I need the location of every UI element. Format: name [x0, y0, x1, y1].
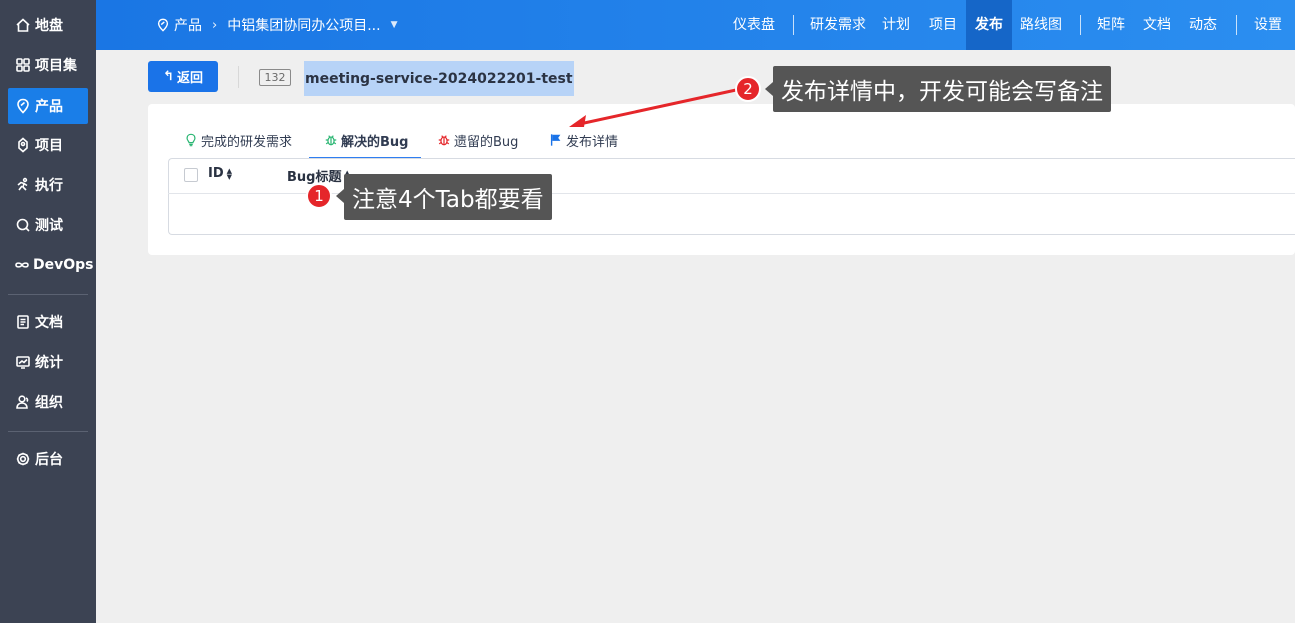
product-selector[interactable]: 中铝集团协同办公项目...	[227, 15, 380, 35]
home-icon	[14, 16, 32, 34]
sidebar-item-doc[interactable]: 文档	[8, 304, 88, 340]
annotation-arrow	[569, 88, 737, 127]
annotation-marker: 2	[735, 76, 761, 102]
people-icon	[14, 393, 32, 411]
caret-down-icon[interactable]: ▼	[391, 20, 398, 30]
release-title: meeting-service-2024022201-test	[304, 61, 574, 96]
nav-activity[interactable]: 动态	[1186, 0, 1220, 50]
breadcrumb-root[interactable]: 产品	[174, 15, 202, 35]
nav-project[interactable]: 项目	[926, 0, 960, 50]
tab-left-bugs[interactable]: 遗留的Bug	[437, 120, 518, 160]
sidebar-item-label: 项目集	[35, 58, 77, 74]
sidebar-item-label: 项目	[35, 138, 63, 154]
sidebar-item-label: 产品	[35, 99, 63, 115]
top-navbar: 产品 › 中铝集团协同办公项目... ▼ 仪表盘 研发需求 计划 项目 发布 路…	[96, 0, 1295, 50]
sidebar-item-devops[interactable]: DevOps	[8, 247, 94, 283]
nav-dashboard[interactable]: 仪表盘	[728, 0, 780, 50]
doc-icon	[14, 313, 32, 331]
sidebar-item-label: DevOps	[33, 257, 94, 273]
chevron-right-icon: ›	[212, 17, 218, 33]
sidebar-divider	[8, 431, 88, 432]
product-icon	[14, 97, 32, 115]
callout-pointer	[765, 82, 773, 96]
nav-divider	[793, 15, 794, 35]
callout-pointer	[336, 189, 344, 203]
tab-label: 解决的Bug	[341, 134, 409, 150]
release-id-badge: 132	[259, 69, 291, 86]
sidebar-item-project[interactable]: 项目	[8, 127, 88, 163]
tab-label: 遗留的Bug	[454, 134, 519, 150]
infinity-icon	[14, 256, 30, 274]
annotation-callout: 发布详情中，开发可能会写备注	[773, 66, 1111, 112]
project-icon	[14, 136, 32, 154]
back-button-label: 返回	[176, 71, 203, 86]
tab-resolved-bugs[interactable]: 解决的Bug	[324, 120, 408, 160]
sidebar-item-label: 测试	[35, 218, 63, 234]
product-icon	[157, 18, 169, 32]
nav-release[interactable]: 发布	[966, 0, 1012, 50]
back-arrow-icon: ↰	[163, 69, 174, 84]
sidebar-item-label: 地盘	[35, 18, 63, 34]
grid-icon	[14, 56, 32, 74]
sort-icon: ▲▼	[226, 166, 233, 181]
sidebar-item-label: 统计	[35, 355, 63, 371]
nav-requirements[interactable]: 研发需求	[808, 0, 868, 50]
nav-settings[interactable]: 设置	[1251, 0, 1285, 50]
sidebar-item-label: 执行	[35, 178, 63, 194]
gear-icon	[14, 450, 32, 468]
column-header-label: ID	[208, 166, 224, 181]
test-icon	[14, 216, 32, 234]
sidebar-item-dashboard[interactable]: 地盘	[8, 7, 88, 43]
bulb-icon	[186, 133, 196, 147]
sidebar-item-label: 后台	[35, 452, 63, 468]
sidebar-item-product[interactable]: 产品	[8, 88, 88, 124]
sidebar-item-label: 组织	[35, 395, 63, 411]
sidebar: 地盘 项目集 产品 项目 执行 测试 DevOps 文档 统计 组织 后台	[0, 0, 96, 623]
column-header-id[interactable]: ID ▲ ▼	[208, 166, 232, 181]
breadcrumb: 产品 › 中铝集团协同办公项目... ▼	[156, 0, 397, 50]
sidebar-item-test[interactable]: 测试	[8, 207, 88, 243]
back-button[interactable]: ↰ 返回	[148, 61, 218, 92]
sidebar-item-execution[interactable]: 执行	[8, 167, 88, 203]
bug-icon	[438, 135, 450, 146]
sidebar-divider	[8, 294, 88, 295]
nav-roadmap[interactable]: 路线图	[1016, 0, 1066, 50]
tab-stories[interactable]: 完成的研发需求	[184, 120, 292, 160]
tab-label: 完成的研发需求	[201, 134, 293, 150]
bug-icon	[325, 135, 337, 146]
sidebar-item-label: 文档	[35, 315, 63, 331]
sidebar-item-org[interactable]: 组织	[8, 384, 88, 420]
sidebar-item-admin[interactable]: 后台	[8, 441, 88, 477]
chart-icon	[14, 353, 32, 371]
select-all-checkbox[interactable]	[184, 168, 198, 182]
column-header-label: Bug标题	[287, 170, 342, 185]
header-divider	[238, 66, 239, 88]
nav-matrix[interactable]: 矩阵	[1094, 0, 1128, 50]
annotation-marker: 1	[306, 183, 332, 209]
nav-divider	[1080, 15, 1081, 35]
sidebar-item-stats[interactable]: 统计	[8, 344, 88, 380]
nav-plan[interactable]: 计划	[880, 0, 912, 50]
nav-doc[interactable]: 文档	[1140, 0, 1174, 50]
annotation-callout: 注意4个Tab都要看	[344, 174, 552, 220]
nav-divider	[1236, 15, 1237, 35]
run-icon	[14, 176, 32, 194]
sidebar-item-program[interactable]: 项目集	[8, 47, 88, 83]
